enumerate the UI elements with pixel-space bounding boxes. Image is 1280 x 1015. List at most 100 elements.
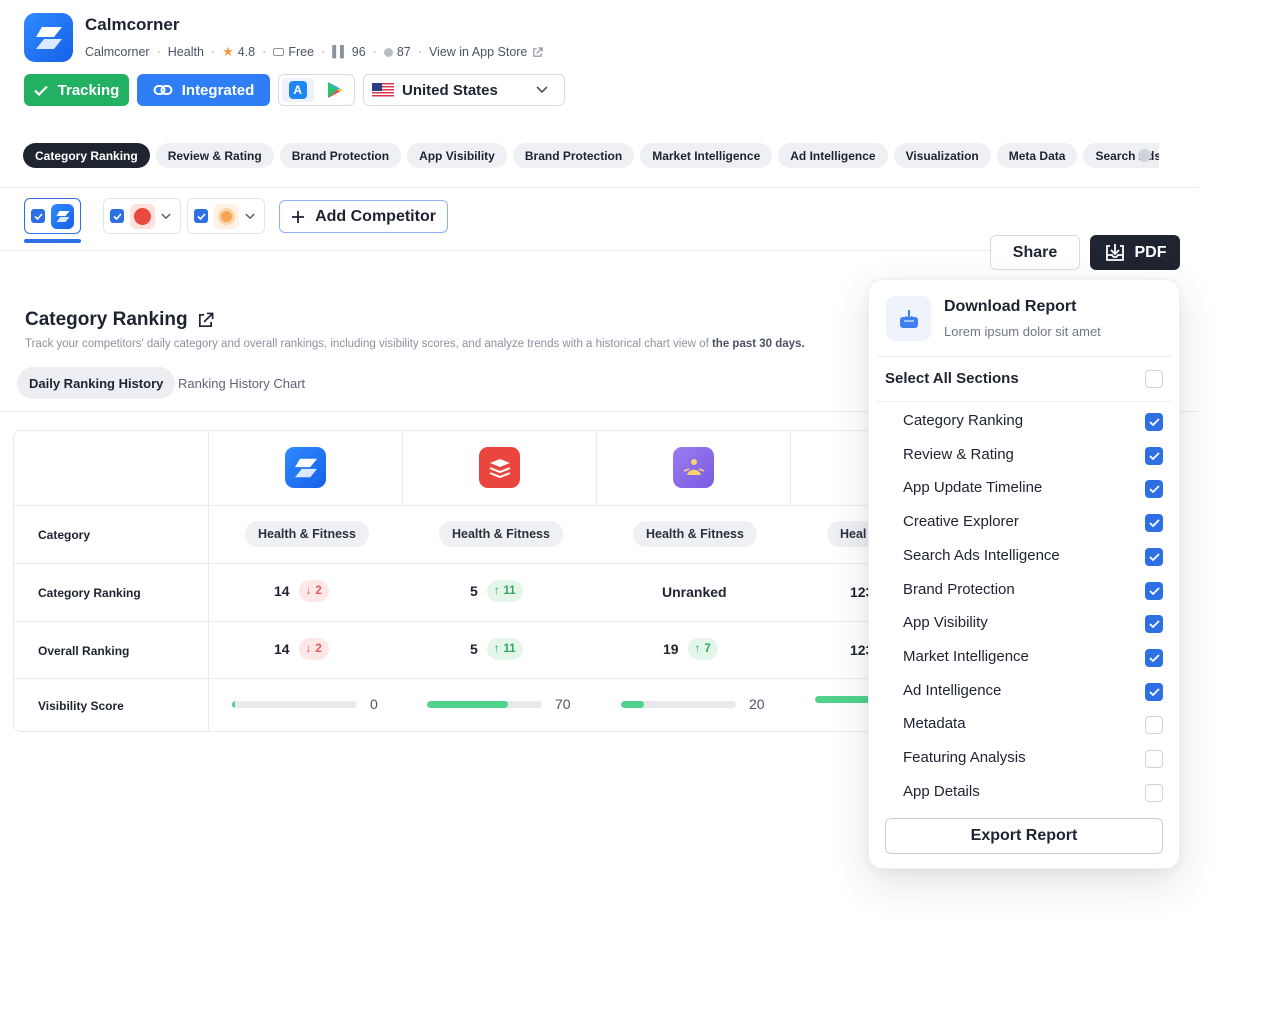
checkbox-checked[interactable] [1145, 480, 1163, 499]
star-icon: ★ [222, 44, 234, 59]
tab-brand-protection[interactable]: Brand Protection [279, 143, 402, 168]
external-link-icon[interactable] [197, 312, 214, 329]
checkbox-checked[interactable] [1145, 413, 1163, 431]
arrow-down-icon: ↓ [305, 585, 312, 597]
country-select[interactable]: United States [363, 74, 565, 106]
rank-value: 14 [274, 641, 290, 657]
checkbox-checked[interactable] [1145, 615, 1163, 634]
checkbox-checked[interactable] [1145, 547, 1163, 566]
tab-category-ranking[interactable]: Category Ranking [23, 143, 150, 168]
tab-visualization[interactable]: Visualization [893, 143, 991, 168]
pdf-button[interactable]: PDF [1090, 235, 1180, 270]
visibility-bar [621, 700, 736, 708]
link-icon [153, 85, 173, 95]
rank-change-down-badge: ↓ 2 [298, 638, 329, 660]
section-option-label: Search Ads Intelligence [903, 546, 1060, 564]
section-option-label: Ad Intelligence [903, 681, 1002, 699]
rank-change-up-badge: ↑ 11 [486, 580, 523, 602]
divider [877, 401, 1173, 402]
select-all-checkbox[interactable] [1145, 370, 1163, 388]
calmcorner-app-icon [51, 203, 74, 229]
visibility-score-cell: 70 [427, 696, 571, 712]
table-row: Category Health & Fitness Health & Fitne… [14, 505, 912, 564]
tab-brand-protection-2[interactable]: Brand Protection [512, 143, 635, 168]
column-divider [208, 506, 209, 564]
checkbox-checked-icon[interactable] [31, 209, 45, 223]
checkbox-unchecked[interactable] [1145, 750, 1163, 768]
section-option-label: Metadata [903, 715, 966, 733]
add-competitor-label: Add Competitor [315, 207, 436, 225]
divider [0, 187, 1198, 188]
google-play-icon [328, 82, 343, 98]
calmcorner-app-icon [285, 447, 326, 488]
integrated-button[interactable]: Integrated [137, 74, 270, 106]
panel-subtitle: Lorem ipsum dolor sit amet [944, 324, 1101, 339]
row-label-visibility-score: Visibility Score [38, 699, 124, 713]
checkbox-checked-icon[interactable] [110, 209, 124, 223]
checkbox-checked-icon[interactable] [194, 209, 208, 223]
add-competitor-button[interactable]: Add Competitor [279, 200, 448, 233]
developer-name: Calmcorner [85, 45, 150, 59]
overall-rank-cell: 5 ↑ 11 [470, 638, 523, 660]
page-title: Category Ranking [25, 309, 214, 331]
rank-change-value: 2 [315, 643, 322, 655]
pdf-label: PDF [1134, 243, 1167, 261]
tab-market-intelligence[interactable]: Market Intelligence [640, 143, 773, 168]
category-rank-cell: 5 ↑ 11 [470, 580, 523, 602]
competitor-chip-calmcorner[interactable] [24, 198, 81, 234]
checkbox-unchecked[interactable] [1145, 716, 1163, 735]
app-store-icon: A [288, 81, 307, 99]
competitor-chip-2[interactable] [103, 198, 181, 234]
check-icon [33, 85, 48, 96]
app-icon [24, 13, 73, 62]
store-toggle[interactable]: A [278, 74, 355, 106]
arrow-up-icon: ↑ [694, 643, 701, 655]
checkbox-checked[interactable] [1145, 682, 1163, 701]
app-price: Free [288, 45, 315, 59]
app-store-toggle[interactable]: A [282, 78, 314, 102]
rank-value: 5 [470, 583, 478, 599]
tab-ad-intelligence[interactable]: Ad Intelligence [778, 143, 888, 168]
google-play-toggle[interactable] [320, 78, 352, 102]
bar-chart-icon: ▌▌ [332, 46, 348, 58]
tab-ranking-history-chart[interactable]: Ranking History Chart [166, 367, 317, 399]
visibility-bar-fill [621, 700, 644, 708]
category-rank-cell: 14 ↓ 2 [274, 580, 329, 602]
tracking-button[interactable]: Tracking [24, 74, 129, 106]
rank-change-down-badge: ↓ 2 [298, 580, 329, 602]
tab-app-visibility[interactable]: App Visibility [407, 143, 507, 168]
section-option-label: Brand Protection [903, 580, 1015, 598]
chevron-down-icon[interactable] [245, 213, 255, 220]
chevron-down-icon[interactable] [161, 213, 171, 220]
arrow-up-icon: ↑ [493, 643, 500, 655]
tab-review-rating[interactable]: Review & Rating [155, 143, 274, 168]
section-title-text: Category Ranking [25, 309, 188, 330]
section-tabs: Category Ranking Review & Rating Brand P… [23, 143, 1159, 168]
rank-value: 14 [274, 583, 290, 599]
table-row: Overall Ranking 14 ↓ 2 5 ↑ 11 19 ↑ 7 123 [14, 621, 912, 678]
todo-app-icon [130, 203, 155, 229]
share-button[interactable]: Share [990, 235, 1080, 270]
tab-meta-data[interactable]: Meta Data [996, 143, 1078, 168]
checkbox-unchecked[interactable] [1145, 783, 1163, 802]
app-meta-row: Calmcorner · Health · ★ 4.8 · Free · ▌▌ 96… [85, 44, 544, 60]
export-report-button[interactable]: Export Report [885, 818, 1163, 854]
competitor-chip-3[interactable] [187, 198, 265, 234]
selected-indicator [24, 239, 81, 243]
checkbox-checked[interactable] [1145, 648, 1163, 667]
divider [0, 250, 990, 251]
tabs-scroll-right-icon[interactable] [1138, 149, 1151, 162]
meditation-app-icon [673, 447, 714, 488]
checkbox-checked[interactable] [1145, 446, 1163, 465]
tab-daily-ranking-history[interactable]: Daily Ranking History [17, 367, 176, 399]
section-option-label: Featuring Analysis [903, 749, 1026, 766]
country-label: United States [402, 81, 498, 99]
select-all-label: Select All Sections [885, 370, 1019, 387]
section-option-label: Review & Rating [903, 445, 1014, 463]
checkbox-checked[interactable] [1145, 581, 1163, 600]
table-row: Category Ranking 14 ↓ 2 5 ↑ 11 Unranked 12… [14, 563, 912, 621]
checkbox-checked[interactable] [1145, 514, 1163, 533]
tracking-label: Tracking [57, 81, 120, 99]
rank-change-value: 11 [503, 643, 516, 655]
view-in-app-store-link[interactable]: View in App Store [429, 45, 544, 59]
